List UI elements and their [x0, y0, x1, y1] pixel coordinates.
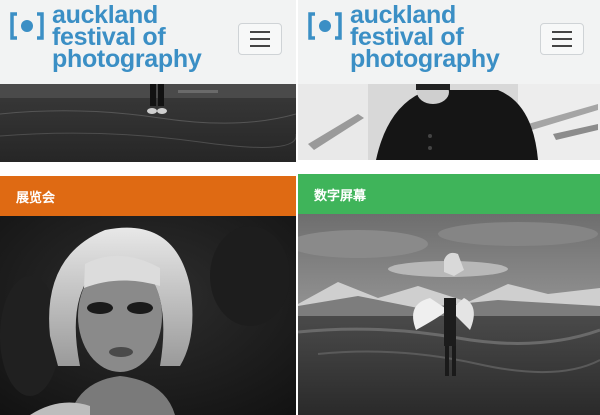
panel-digital-screens: auckland festival of photography 数字屏幕: [298, 0, 600, 415]
photo-crowd-field[interactable]: [0, 84, 296, 162]
site-header: auckland festival of photography: [0, 0, 296, 84]
site-logo[interactable]: auckland festival of photography: [10, 3, 202, 76]
bracket-dot-logo-icon: [308, 12, 342, 40]
panel-exhibitions: auckland festival of photography 展览会: [0, 0, 296, 415]
category-label[interactable]: 数字屏幕: [298, 185, 366, 204]
photo-portrait-wig[interactable]: [0, 216, 296, 415]
category-label[interactable]: 展览会: [0, 187, 55, 206]
site-logo[interactable]: auckland festival of photography: [308, 3, 500, 76]
photo-horse-mask-landscape[interactable]: [298, 214, 600, 415]
logo-wordmark: auckland festival of photography: [52, 3, 202, 73]
hamburger-menu-icon: [250, 31, 270, 33]
logo-wordmark: auckland festival of photography: [350, 3, 500, 73]
hamburger-menu-icon: [552, 31, 572, 33]
category-band[interactable]: 展览会: [0, 176, 296, 216]
logo-line-3: photography: [52, 45, 202, 73]
menu-button[interactable]: [540, 23, 584, 55]
menu-button[interactable]: [238, 23, 282, 55]
site-header: auckland festival of photography: [298, 0, 600, 84]
bracket-dot-logo-icon: [10, 12, 44, 40]
logo-line-3: photography: [350, 45, 500, 73]
photo-figure-indoor[interactable]: [298, 84, 600, 160]
category-band[interactable]: 数字屏幕: [298, 174, 600, 214]
